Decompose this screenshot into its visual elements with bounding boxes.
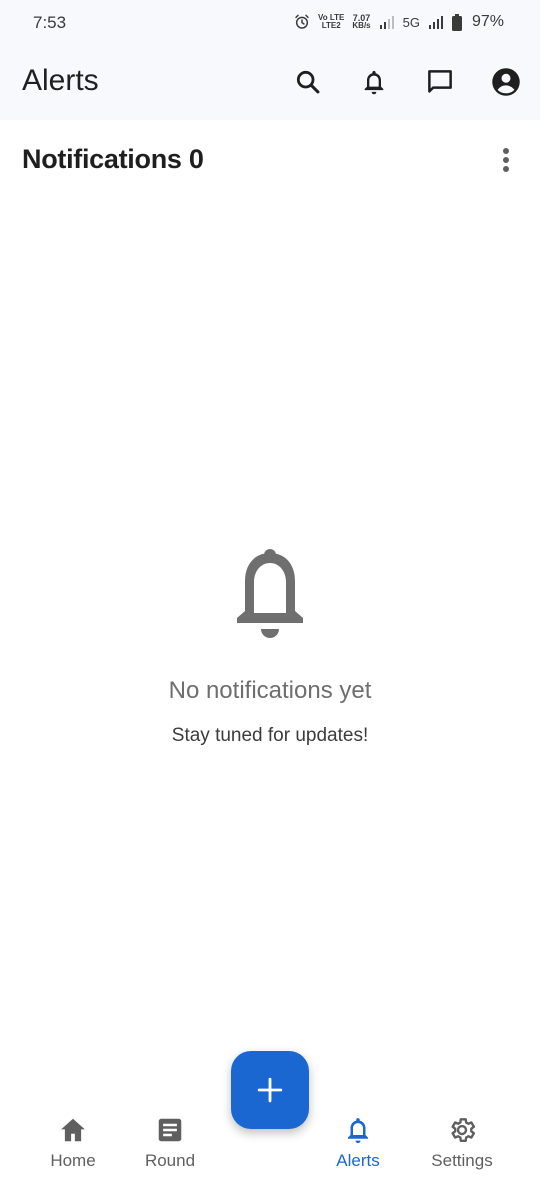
- nav-label-round: Round: [144, 1151, 196, 1170]
- signal-5g-icon: [428, 16, 443, 29]
- status-icons: Vo LTE LTE2 7.07 KB/s 5G 97%: [294, 11, 504, 33]
- battery-icon: [451, 13, 462, 31]
- alarm-icon: [295, 14, 309, 29]
- status-time: 7:53: [33, 13, 67, 32]
- nav-label-home: Home: [50, 1151, 96, 1170]
- nav-label-alerts: Alerts: [336, 1151, 380, 1170]
- more-options-button[interactable]: [490, 142, 522, 178]
- add-button[interactable]: [231, 1051, 309, 1129]
- notifications-title: Notifications 0: [22, 144, 204, 175]
- nav-item-settings[interactable]: Settings: [414, 1115, 510, 1185]
- bell-icon: [364, 70, 384, 95]
- plus-icon: [257, 1077, 283, 1103]
- gear-icon: [451, 1118, 476, 1142]
- empty-subtitle: Stay tuned for updates!: [171, 725, 369, 746]
- account-icon: [492, 68, 520, 96]
- page-title: Alerts: [22, 64, 99, 97]
- notifications-button[interactable]: [355, 63, 393, 101]
- nav-item-home[interactable]: Home: [25, 1115, 121, 1185]
- battery-level: 97%: [471, 13, 504, 30]
- notifications-label: Notifications: [22, 144, 182, 174]
- network-speed: 7.07 KB/s: [352, 13, 371, 30]
- nav-item-alerts[interactable]: Alerts: [310, 1115, 406, 1185]
- chat-icon: [428, 70, 452, 93]
- volte-indicator: Vo LTE LTE2: [318, 13, 345, 30]
- nav-item-round[interactable]: Round: [122, 1115, 218, 1185]
- home-icon: [61, 1118, 85, 1142]
- bell-icon: [348, 1118, 368, 1144]
- search-icon: [296, 70, 320, 94]
- signal-icon: [379, 16, 394, 29]
- nav-label-settings: Settings: [431, 1151, 493, 1170]
- notifications-header: Notifications 0: [0, 120, 540, 200]
- messages-button[interactable]: [421, 63, 459, 101]
- notifications-count: 0: [188, 144, 204, 174]
- app-bar: Alerts: [0, 44, 540, 120]
- network-type: 5G: [402, 14, 420, 30]
- empty-state: No notifications yet Stay tuned for upda…: [0, 545, 540, 747]
- search-button[interactable]: [289, 63, 327, 101]
- more-vert-icon: [503, 148, 509, 172]
- article-icon: [158, 1118, 182, 1142]
- account-button[interactable]: [487, 63, 525, 101]
- bell-icon: [237, 549, 303, 638]
- empty-title: No notifications yet: [168, 677, 372, 704]
- status-bar: 7:53 Vo LTE LTE2 7.07 KB/s 5G 97%: [0, 0, 540, 44]
